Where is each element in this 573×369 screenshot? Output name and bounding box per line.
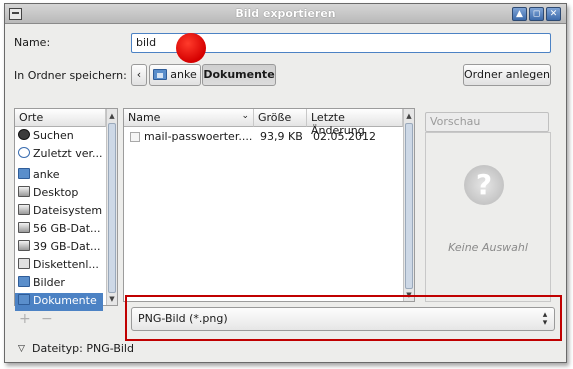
close-icon[interactable]: ✕ <box>546 7 561 21</box>
places-pane: Orte Suchen Zuletzt ver... anke Desktop … <box>14 108 118 311</box>
place-suchen[interactable]: Suchen <box>15 128 103 146</box>
folder-icon <box>18 294 30 305</box>
export-dialog: Bild exportieren ▲ ◻ ✕ Name: bild In Ord… <box>4 3 567 363</box>
column-size-header[interactable]: Größe <box>254 109 307 127</box>
click-marker <box>176 33 206 63</box>
place-dateisystem[interactable]: Dateisystem <box>15 203 103 221</box>
file-modified: 02.05.2012 <box>313 130 376 143</box>
search-icon <box>18 129 30 140</box>
column-name-header[interactable]: Name ⌄ <box>124 109 254 127</box>
restore-icon[interactable]: ◻ <box>529 7 544 21</box>
place-56gb[interactable]: 56 GB-Dat... <box>15 221 103 239</box>
places-header[interactable]: Orte <box>15 109 106 127</box>
file-row[interactable]: mail-passwoerter.... 93,9 KB 02.05.2012 <box>124 128 402 146</box>
place-zuletzt[interactable]: Zuletzt ver... <box>15 146 103 164</box>
path-crumb-dokumente[interactable]: Dokumente <box>202 64 276 86</box>
folder-icon <box>18 276 30 287</box>
desktop-icon <box>18 186 30 197</box>
create-folder-button[interactable]: Ordner anlegen <box>463 64 551 86</box>
path-back-button[interactable]: ‹ <box>131 64 147 86</box>
file-icon <box>130 132 140 142</box>
filetype-select[interactable]: PNG-Bild (*.png) ▴ ▾ <box>131 307 555 331</box>
title-bar[interactable]: Bild exportieren ▲ ◻ ✕ <box>5 4 566 24</box>
place-diskette[interactable]: Diskettenl... <box>15 257 103 275</box>
scroll-down-icon[interactable]: ▼ <box>107 294 117 304</box>
file-list-scrollbar[interactable]: ▲ ▼ <box>403 109 414 301</box>
preview-area: ? Keine Auswahl <box>425 132 551 302</box>
drive-icon <box>18 222 30 233</box>
sort-chevron-down-icon: ⌄ <box>241 111 249 121</box>
no-preview-icon: ? <box>464 165 504 205</box>
place-anke[interactable]: anke <box>15 167 103 185</box>
home-folder-icon <box>153 69 168 80</box>
file-list-scroll-thumb[interactable] <box>405 123 413 289</box>
drive-icon <box>18 204 30 215</box>
floppy-icon <box>18 258 30 269</box>
add-place-button[interactable]: + <box>19 311 31 327</box>
name-label: Name: <box>14 36 51 49</box>
recent-icon <box>18 147 30 158</box>
place-bilder[interactable]: Bilder <box>15 275 103 293</box>
remove-place-button[interactable]: − <box>41 311 53 327</box>
maximize-icon[interactable]: ▲ <box>512 7 527 21</box>
expander-triangle-icon[interactable]: ▽ <box>18 344 25 354</box>
path-crumb-anke[interactable]: anke <box>149 64 201 86</box>
folder-label: In Ordner speichern: <box>14 69 127 82</box>
column-modified-header[interactable]: Letzte Änderung <box>307 109 403 137</box>
home-folder-icon <box>18 168 30 179</box>
drive-icon <box>18 240 30 251</box>
place-desktop[interactable]: Desktop <box>15 185 103 203</box>
places-scrollbar[interactable]: ▲ ▼ <box>106 109 117 305</box>
place-dokumente[interactable]: Dokumente <box>15 293 103 311</box>
scroll-up-icon[interactable]: ▲ <box>107 111 117 121</box>
file-name: mail-passwoerter.... <box>144 130 253 143</box>
filetype-expander-label[interactable]: Dateityp: PNG-Bild <box>32 342 134 355</box>
places-scroll-thumb[interactable] <box>108 123 116 293</box>
place-39gb[interactable]: 39 GB-Dat... <box>15 239 103 257</box>
combo-updown-icon: ▴ ▾ <box>542 310 548 328</box>
preview-button[interactable]: Vorschau <box>425 112 549 132</box>
file-size: 93,9 KB <box>260 130 303 143</box>
scroll-up-icon[interactable]: ▲ <box>404 111 414 121</box>
file-list-pane: Name ⌄ Größe Letzte Änderung mail-passwoe… <box>123 108 415 302</box>
window-title: Bild exportieren <box>235 7 336 20</box>
no-selection-label: Keine Auswahl <box>448 241 528 254</box>
